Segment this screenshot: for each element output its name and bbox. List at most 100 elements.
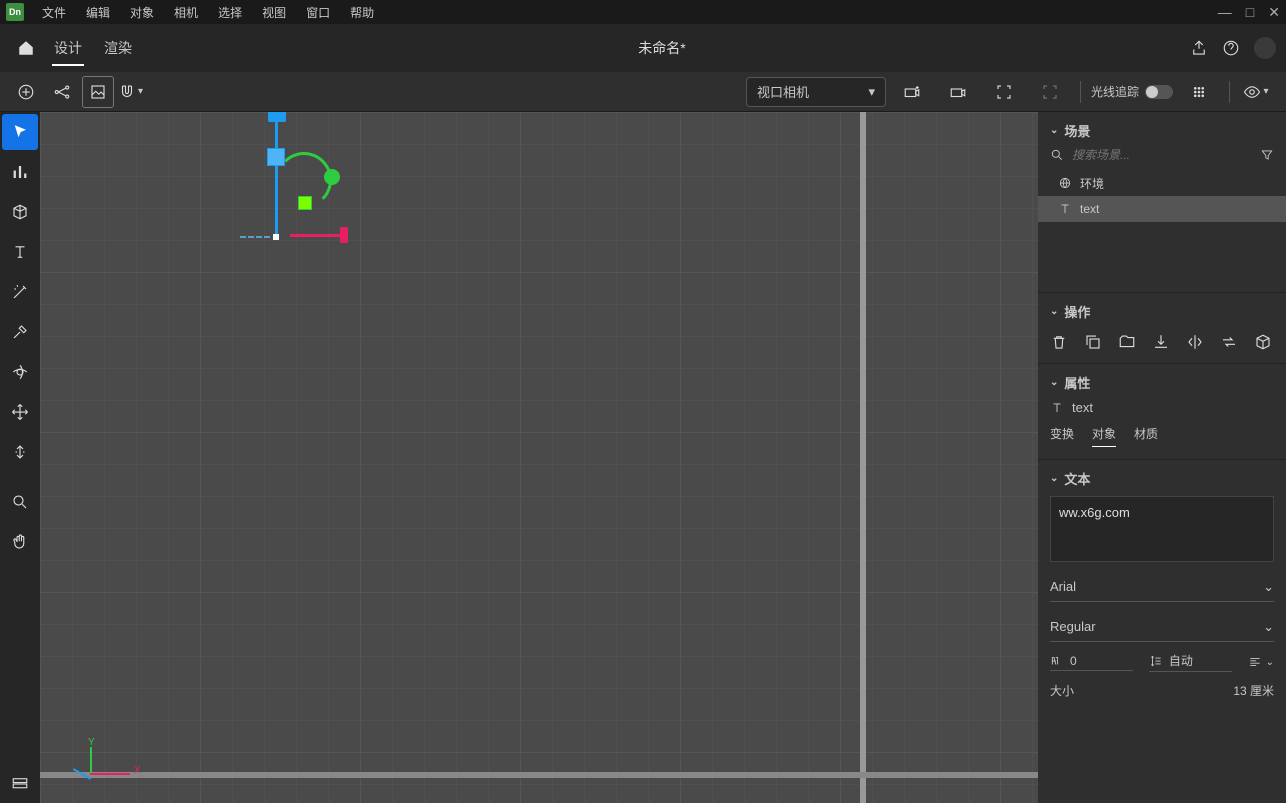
menu-window[interactable]: 窗口 <box>296 4 340 21</box>
leading-input[interactable]: 自动 <box>1149 652 1232 672</box>
avatar[interactable] <box>1254 37 1276 59</box>
viewport-toolbar: ▾ 视口相机 ▾ 光线追踪 ▾ <box>0 72 1286 112</box>
workspace-tabs: 设计 渲染 <box>52 24 134 72</box>
graph-tool-button[interactable] <box>46 76 78 108</box>
text-tool[interactable] <box>2 234 38 270</box>
menu-file[interactable]: 文件 <box>32 4 76 21</box>
leading-icon <box>1149 654 1163 668</box>
render-settings-button[interactable] <box>1183 76 1215 108</box>
properties-header[interactable]: ⌄ 属性 <box>1038 364 1286 400</box>
transform-gizmo[interactable] <box>240 112 400 372</box>
chevron-down-icon: ⌄ <box>1263 619 1274 635</box>
image-placement-button[interactable] <box>82 76 114 108</box>
snap-toggle[interactable]: ▾ <box>118 83 143 101</box>
menu-edit[interactable]: 编辑 <box>76 4 120 21</box>
chevron-down-icon: ⌄ <box>1050 473 1058 484</box>
property-tabs: 变换 对象 材质 <box>1038 425 1286 459</box>
hand-tool[interactable] <box>2 524 38 560</box>
convert-button[interactable] <box>1254 333 1272 351</box>
menu-select[interactable]: 选择 <box>208 4 252 21</box>
tab-transform[interactable]: 变换 <box>1050 425 1074 447</box>
orbit-tool[interactable] <box>2 354 38 390</box>
scene-search-input[interactable] <box>1072 148 1252 162</box>
chevron-down-icon: ⌄ <box>1050 377 1058 388</box>
swap-button[interactable] <box>1220 333 1238 351</box>
properties-panel: ⌄ 属性 text 变换 对象 材质 <box>1038 364 1286 460</box>
tracking-input[interactable]: 0 <box>1050 654 1133 671</box>
group-button[interactable] <box>1118 333 1136 351</box>
text-align-select[interactable]: ⌄ <box>1248 655 1274 669</box>
filter-icon[interactable] <box>1260 148 1274 162</box>
right-panel: ⌄ 场景 环境 text ⌄ 操作 <box>1038 112 1286 803</box>
camera-select[interactable]: 视口相机 ▾ <box>746 77 886 107</box>
tracking-icon <box>1050 654 1064 668</box>
tab-material[interactable]: 材质 <box>1134 425 1158 447</box>
window-controls: — □ ✕ <box>1218 4 1280 21</box>
dolly-tool[interactable] <box>2 434 38 470</box>
main: Y X ⌄ 场景 环境 text <box>0 112 1286 803</box>
maximize-button[interactable]: □ <box>1246 4 1254 21</box>
camera-bookmarks-button[interactable] <box>942 76 974 108</box>
camera-select-label: 视口相机 <box>757 82 809 101</box>
chevron-down-icon: ⌄ <box>1263 579 1274 595</box>
size-value[interactable]: 13 厘米 <box>1233 682 1274 699</box>
camera-frame-button[interactable] <box>988 76 1020 108</box>
text-icon <box>1050 401 1064 415</box>
duplicate-button[interactable] <box>1084 333 1102 351</box>
header: 设计 渲染 未命名* <box>0 24 1286 72</box>
camera-reset-button[interactable] <box>1034 76 1066 108</box>
app-badge: Dn <box>6 3 24 21</box>
eyedropper-tool[interactable] <box>2 314 38 350</box>
raytrace-toggle[interactable]: 光线追踪 <box>1091 83 1173 100</box>
menu-view[interactable]: 视图 <box>252 4 296 21</box>
menu-object[interactable]: 对象 <box>120 4 164 21</box>
wand-tool[interactable] <box>2 274 38 310</box>
tab-render[interactable]: 渲染 <box>102 24 134 72</box>
panel-toggle[interactable] <box>2 763 38 799</box>
document-title: 未命名* <box>134 38 1190 58</box>
chevron-down-icon: ⌄ <box>1050 306 1058 317</box>
select-tool[interactable] <box>2 114 38 150</box>
home-button[interactable] <box>10 32 42 64</box>
text-header[interactable]: ⌄ 文本 <box>1038 460 1286 496</box>
text-icon <box>1058 202 1072 216</box>
chart-tool[interactable] <box>2 154 38 190</box>
raytrace-label: 光线追踪 <box>1091 83 1139 100</box>
size-label: 大小 <box>1050 682 1074 699</box>
viewport[interactable]: Y X <box>40 112 1038 803</box>
help-icon[interactable] <box>1222 39 1240 57</box>
tab-object[interactable]: 对象 <box>1092 425 1116 447</box>
share-icon[interactable] <box>1190 39 1208 57</box>
cube-tool[interactable] <box>2 194 38 230</box>
scene-panel: ⌄ 场景 环境 text <box>1038 112 1286 293</box>
scene-item-text[interactable]: text <box>1038 196 1286 222</box>
operations-panel: ⌄ 操作 <box>1038 293 1286 364</box>
chevron-down-icon: ▾ <box>868 84 875 100</box>
add-object-button[interactable] <box>10 76 42 108</box>
move-tool[interactable] <box>2 394 38 430</box>
visibility-dropdown[interactable]: ▾ <box>1240 76 1272 108</box>
text-content-input[interactable]: ww.x6g.com <box>1050 496 1274 562</box>
close-button[interactable]: ✕ <box>1268 4 1280 21</box>
axis-widget[interactable]: Y X <box>80 741 140 791</box>
mirror-button[interactable] <box>1186 333 1204 351</box>
menu-camera[interactable]: 相机 <box>164 4 208 21</box>
tool-rail <box>0 112 40 803</box>
globe-icon <box>1058 176 1072 190</box>
font-family-select[interactable]: Arial ⌄ <box>1050 572 1274 602</box>
menu-help[interactable]: 帮助 <box>340 4 384 21</box>
minimize-button[interactable]: — <box>1218 4 1232 21</box>
delete-button[interactable] <box>1050 333 1068 351</box>
tab-design[interactable]: 设计 <box>52 24 84 72</box>
scene-item-environment[interactable]: 环境 <box>1038 170 1286 196</box>
camera-add-button[interactable] <box>896 76 928 108</box>
align-ground-button[interactable] <box>1152 333 1170 351</box>
operations-header[interactable]: ⌄ 操作 <box>1038 293 1286 329</box>
divider <box>1229 81 1230 103</box>
divider <box>1080 81 1081 103</box>
font-weight-select[interactable]: Regular ⌄ <box>1050 612 1274 642</box>
zoom-tool[interactable] <box>2 484 38 520</box>
scene-header[interactable]: ⌄ 场景 <box>1038 112 1286 148</box>
chevron-down-icon: ⌄ <box>1266 657 1274 668</box>
canvas-edge-vertical <box>860 112 866 803</box>
